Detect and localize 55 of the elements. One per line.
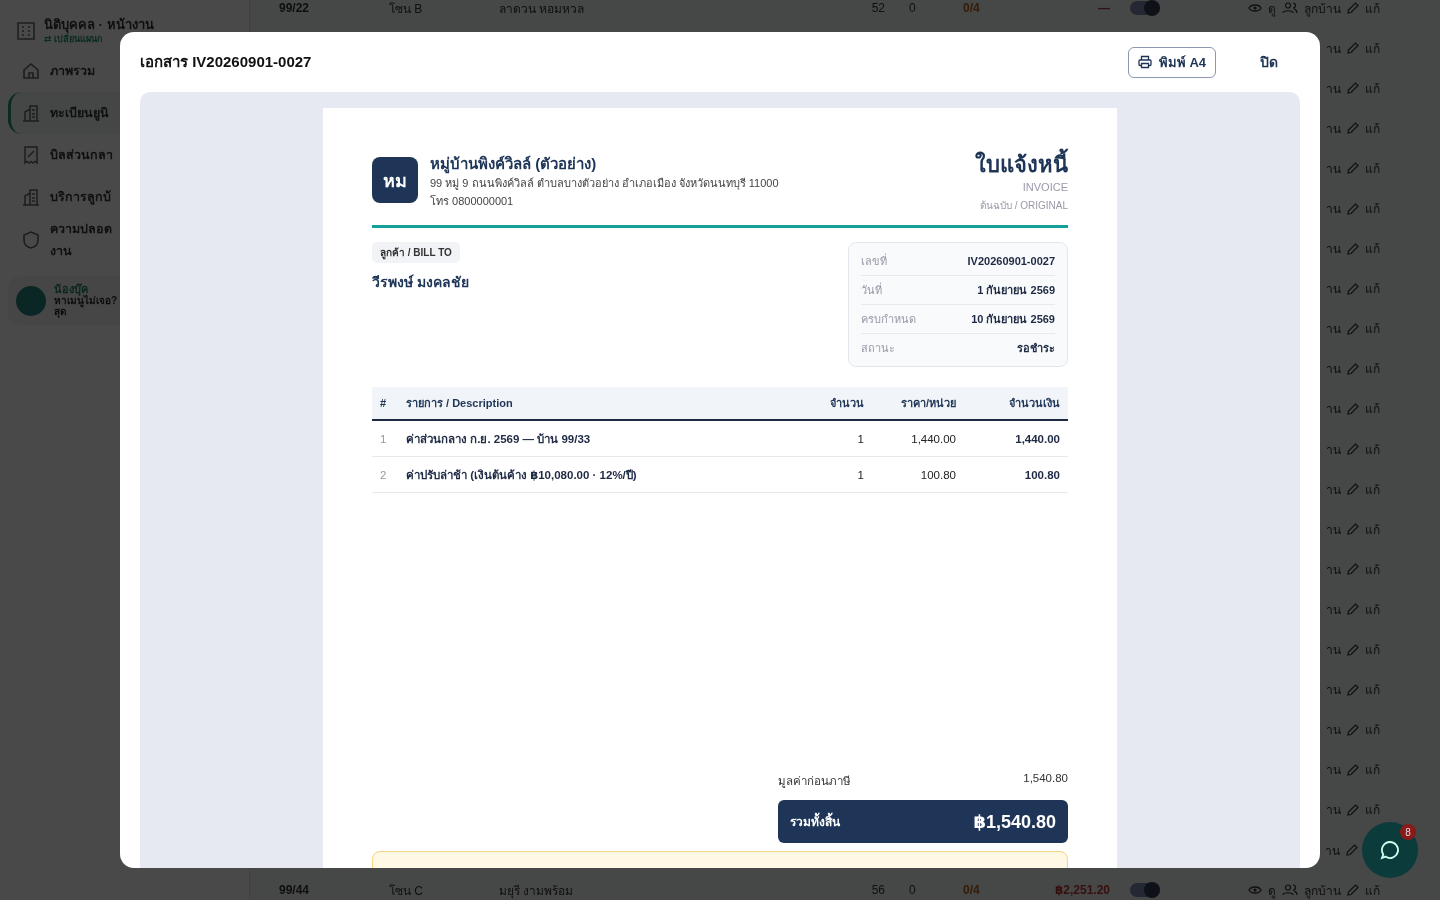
table-cell-text: 1: [856, 468, 864, 481]
logo: หม: [372, 157, 418, 203]
meta-value: 1 กันยายน 2569: [977, 283, 1055, 298]
subtotal-label: มูลค่าก่อนภาษี: [778, 774, 851, 790]
org-title: นิติบุคคล · หน้างาน: [44, 16, 154, 32]
phone: โทร 0800000001: [430, 194, 515, 209]
meta-value: 10 กันยายน 2569: [971, 312, 1055, 327]
organization-name: หมู่บ้านพิงค์วิลล์ (ตัวอย่าง): [430, 154, 598, 174]
table-cell-text: 1,440.00: [910, 432, 956, 445]
unit-cell-text: 99/44: [279, 883, 311, 898]
table-cell-text: 1: [856, 432, 864, 445]
department-label: ⇄ เปลี่ยนแผนก: [44, 32, 104, 46]
amount-cell-text: —: [1097, 1, 1110, 16]
count-cell-text: 52: [870, 1, 885, 16]
amount-cell-text: ฿2,251.20: [1053, 883, 1110, 898]
document-title: ใบแจ้งหนี้: [975, 150, 1068, 180]
subtotal-value: 1,540.80: [1023, 772, 1068, 786]
meta-label: สถานะ: [861, 341, 895, 356]
ratio-cell-text: 0/4: [962, 1, 981, 16]
meta-value: IV20260901-0027: [967, 255, 1055, 267]
table-cell-text: 1,440.00: [1014, 432, 1061, 445]
table-cell-text: ค่าส่วนกลาง ก.ย. 2569 — บ้าน 99/33: [406, 431, 592, 447]
table-cell-text: 100.80: [1023, 468, 1061, 481]
table-cell-text: 100.80: [919, 468, 956, 481]
table-cell-text: 2: [379, 468, 388, 481]
address: 99 หมู่ 9 ถนนพิงค์วิลล์ ตำบลบางตัวอย่าง อำเภอเมือง จังหวัดนนทบุรี 11000: [430, 176, 780, 192]
column-header: #: [379, 397, 388, 409]
meta-label: ครบกำหนด: [861, 312, 916, 327]
printer-icon: [1137, 55, 1152, 69]
user-hint: หาเมนูไม่เจอ?: [54, 295, 118, 306]
column-header: รายการ / Description: [406, 396, 514, 411]
copy-label: ต้นฉบับ / ORIGINAL: [979, 199, 1068, 213]
count-cell-text: 56: [870, 883, 885, 898]
meta-label: เลขที่: [861, 252, 887, 269]
close-button[interactable]: ปิด: [1248, 45, 1290, 79]
customer-name: วีรพงษ์ มงคลชัย: [372, 273, 469, 292]
column-header: จำนวนเงิน: [1008, 396, 1061, 411]
column-header: ราคา/หน่วย: [899, 396, 956, 411]
total-label: รวมทั้งสิ้น: [790, 812, 840, 831]
chat-bubble-icon: [1379, 839, 1401, 861]
unit-cell-text: 99/22: [279, 1, 311, 16]
meta-value: รอชำระ: [1017, 341, 1055, 356]
ratio-cell-text: 0/4: [962, 883, 981, 898]
bill-to-tag: ลูกค้า / BILL TO: [372, 242, 460, 263]
user-name: น้องบุ๊ค: [54, 284, 88, 295]
notification-badge: 8: [1400, 824, 1416, 840]
table-cell-text: 1: [379, 432, 388, 445]
dialog-title: เอกสาร IV20260901-0027: [140, 52, 312, 72]
print-button[interactable]: พิมพ์ A4: [1127, 46, 1216, 78]
column-header: จำนวน: [829, 396, 864, 411]
user-hint: สุด: [54, 306, 66, 317]
total-value: ฿1,540.80: [973, 810, 1056, 833]
document-type: INVOICE: [1022, 180, 1068, 195]
table-cell-text: ค่าปรับล่าช้า (เงินต้นค้าง ฿10,080.00 · 12%/ปี): [406, 467, 638, 483]
meta-label: วันที่: [861, 281, 882, 298]
